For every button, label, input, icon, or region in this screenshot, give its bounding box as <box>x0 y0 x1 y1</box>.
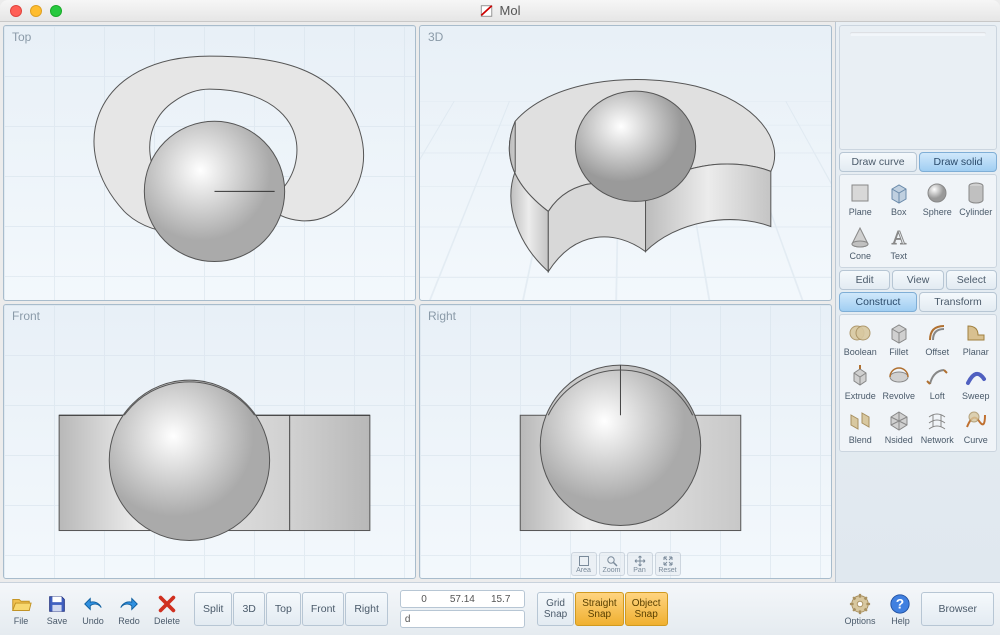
tool-sphere[interactable]: Sphere <box>919 178 956 220</box>
view-front[interactable]: Front <box>302 592 345 626</box>
tab-draw-curve[interactable]: Draw curve <box>839 152 917 172</box>
snap-object[interactable]: ObjectSnap <box>625 592 668 626</box>
viewport-right[interactable]: Right Area Zoom Pan Reset <box>419 304 832 580</box>
construct-tools: Boolean Fillet Offset Planar Extrude Rev… <box>839 314 997 452</box>
viewports-grid: Top 3D <box>0 22 835 582</box>
help-button[interactable]: ?Help <box>885 591 915 628</box>
snap-buttons: GridSnap StraightSnap ObjectSnap <box>537 592 668 626</box>
coords-distance[interactable]: d <box>400 610 525 628</box>
viewport-nav: Area Zoom Pan Reset <box>571 552 681 576</box>
zoom-window[interactable] <box>50 5 62 17</box>
tab-construct[interactable]: Construct <box>839 292 917 312</box>
tool-revolve[interactable]: Revolve <box>881 362 918 404</box>
view-top[interactable]: Top <box>266 592 301 626</box>
viewport-3d[interactable]: 3D <box>419 25 832 301</box>
viewport-drawing <box>4 26 415 301</box>
viewport-drawing <box>4 305 415 580</box>
redo-button[interactable]: Redo <box>114 591 144 628</box>
nav-area[interactable]: Area <box>571 552 597 576</box>
gear-icon <box>849 593 871 615</box>
tool-loft[interactable]: Loft <box>919 362 956 404</box>
coords-xyz[interactable]: 057.1415.7 <box>400 590 525 608</box>
help-icon: ? <box>889 593 911 615</box>
coords-panel: 057.1415.7 d <box>400 590 525 628</box>
tool-sweep[interactable]: Sweep <box>958 362 995 404</box>
tool-offset[interactable]: Offset <box>919 318 956 360</box>
viewport-drawing <box>420 305 831 580</box>
tool-extrude[interactable]: Extrude <box>842 362 879 404</box>
tool-text[interactable]: AText <box>881 222 918 264</box>
nav-pan[interactable]: Pan <box>627 552 653 576</box>
undo-button[interactable]: Undo <box>78 591 108 628</box>
xform-tabs: Construct Transform <box>839 292 997 312</box>
undo-icon <box>82 593 104 615</box>
tool-planar[interactable]: Planar <box>958 318 995 360</box>
redo-icon <box>118 593 140 615</box>
folder-open-icon <box>10 593 32 615</box>
view-split[interactable]: Split <box>194 592 232 626</box>
snap-straight[interactable]: StraightSnap <box>575 592 623 626</box>
options-button[interactable]: Options <box>840 591 879 628</box>
save-button[interactable]: Save <box>42 591 72 628</box>
tool-curve[interactable]: Curve <box>958 406 995 448</box>
mode-view[interactable]: View <box>892 270 943 290</box>
tool-cone[interactable]: Cone <box>842 222 879 264</box>
view-3d[interactable]: 3D <box>233 592 264 626</box>
save-icon <box>46 593 68 615</box>
view-buttons: Split 3D Top Front Right <box>194 592 388 626</box>
mode-edit[interactable]: Edit <box>839 270 890 290</box>
nav-zoom[interactable]: Zoom <box>599 552 625 576</box>
viewport-front[interactable]: Front <box>3 304 416 580</box>
mode-select[interactable]: Select <box>946 270 997 290</box>
mode-buttons: Edit View Select <box>839 270 997 290</box>
nav-reset[interactable]: Reset <box>655 552 681 576</box>
draw-tabs: Draw curve Draw solid <box>839 152 997 172</box>
tool-nsided[interactable]: Nsided <box>881 406 918 448</box>
tool-box[interactable]: Box <box>881 178 918 220</box>
window-title: Mol <box>480 3 521 18</box>
tool-blend[interactable]: Blend <box>842 406 879 448</box>
info-panel <box>839 25 997 150</box>
svg-text:A: A <box>892 227 907 249</box>
browser-button[interactable]: Browser <box>921 592 994 626</box>
tool-plane[interactable]: Plane <box>842 178 879 220</box>
tool-cylinder[interactable]: Cylinder <box>958 178 995 220</box>
svg-text:?: ? <box>896 596 904 611</box>
tool-boolean[interactable]: Boolean <box>842 318 879 360</box>
tool-network[interactable]: Network <box>919 406 956 448</box>
viewport-drawing <box>420 26 831 301</box>
close-window[interactable] <box>10 5 22 17</box>
minimize-window[interactable] <box>30 5 42 17</box>
tab-transform[interactable]: Transform <box>919 292 997 312</box>
tab-draw-solid[interactable]: Draw solid <box>919 152 997 172</box>
file-button[interactable]: File <box>6 591 36 628</box>
footer: File Save Undo Redo Delete Split 3D Top … <box>0 582 1000 635</box>
delete-icon <box>156 593 178 615</box>
viewport-top[interactable]: Top <box>3 25 416 301</box>
sidebar: Draw curve Draw solid Plane Box Sphere C… <box>835 22 1000 582</box>
solid-tools: Plane Box Sphere Cylinder Cone AText <box>839 174 997 268</box>
view-right[interactable]: Right <box>345 592 388 626</box>
tool-fillet[interactable]: Fillet <box>881 318 918 360</box>
delete-button[interactable]: Delete <box>150 591 184 628</box>
window-icon <box>480 4 494 18</box>
snap-grid[interactable]: GridSnap <box>537 592 574 626</box>
